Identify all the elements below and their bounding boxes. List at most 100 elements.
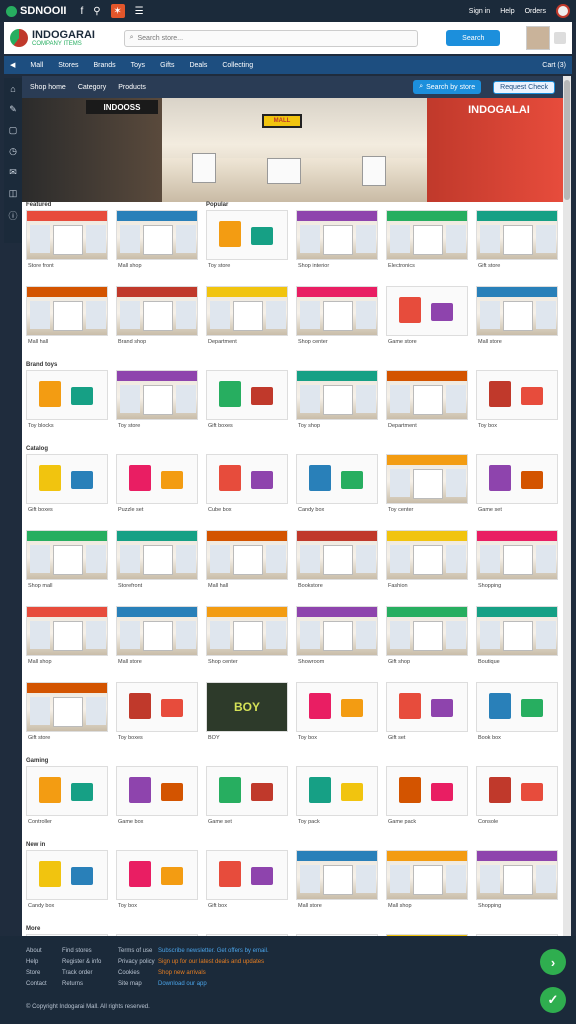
product-tile[interactable]: Shop mall	[26, 530, 108, 598]
footer-link[interactable]: Contact	[26, 981, 47, 987]
facebook-icon[interactable]: f	[80, 6, 83, 17]
product-tile[interactable]: Department	[206, 286, 288, 354]
home-icon[interactable]: ⌂	[10, 84, 15, 94]
product-tile[interactable]: Toy box	[116, 850, 198, 918]
nav-item-brands[interactable]: Brands	[93, 62, 115, 69]
scrollbar[interactable]	[563, 76, 571, 936]
footer-link[interactable]: Find stores	[62, 948, 101, 954]
share-icon[interactable]: ⚲	[93, 6, 100, 17]
product-tile[interactable]: Gift shop	[386, 606, 468, 674]
product-tile[interactable]: Gift store	[476, 210, 558, 278]
nav-item-stores[interactable]: Stores	[58, 62, 78, 69]
product-tile[interactable]: Game store	[386, 286, 468, 354]
product-tile[interactable]: Game set	[476, 454, 558, 522]
toolbar-item-products[interactable]: Products	[118, 84, 146, 91]
product-tile[interactable]: Candy box	[296, 454, 378, 522]
product-tile[interactable]: Gift set	[386, 682, 468, 750]
product-tile[interactable]: Toy box	[476, 370, 558, 438]
product-tile[interactable]: Gift box	[206, 850, 288, 918]
product-tile[interactable]: Shopping	[476, 530, 558, 598]
nav-back-icon[interactable]: ◀	[10, 61, 15, 69]
menu-icon[interactable]: ☰	[135, 6, 144, 17]
cart-link[interactable]: Cart (3)	[542, 62, 566, 69]
product-tile[interactable]: Store front	[26, 210, 108, 278]
orders-link[interactable]: Orders	[525, 8, 546, 15]
request-check-button[interactable]: Request Check	[493, 80, 555, 94]
product-tile[interactable]: Toy shop	[296, 370, 378, 438]
product-tile[interactable]: Toy center	[386, 454, 468, 522]
product-tile[interactable]: Mall shop	[26, 606, 108, 674]
footer-link[interactable]: Track order	[62, 970, 101, 976]
product-tile[interactable]: Boutique	[476, 606, 558, 674]
product-tile[interactable]: Gift boxes	[206, 370, 288, 438]
product-tile[interactable]: Gift store	[26, 682, 108, 750]
sign-in-link[interactable]: Sign in	[469, 8, 490, 15]
newsletter-line[interactable]: Shop new arrivals	[158, 970, 269, 976]
product-tile[interactable]: Book box	[476, 682, 558, 750]
product-tile[interactable]: Shop center	[296, 286, 378, 354]
product-tile[interactable]: Toy store	[206, 210, 288, 278]
nav-item-mall[interactable]: Mall	[30, 62, 43, 69]
product-tile[interactable]: Game set	[206, 766, 288, 834]
user-photo[interactable]	[526, 26, 551, 50]
product-tile[interactable]: Mall shop	[386, 850, 468, 918]
nav-item-toys[interactable]: Toys	[131, 62, 145, 69]
footer-link[interactable]: Cookies	[118, 970, 155, 976]
next-fab-icon[interactable]: ›	[540, 949, 566, 975]
nav-item-collecting[interactable]: Collecting	[222, 62, 253, 69]
help-link[interactable]: Help	[500, 8, 514, 15]
product-tile[interactable]: Storefront	[116, 530, 198, 598]
hero-banner[interactable]: INDOOSS MALL INDOGALAI	[22, 98, 563, 202]
brand[interactable]: SDNOOII	[6, 5, 66, 17]
product-tile[interactable]: Shop interior	[296, 210, 378, 278]
settings-icon[interactable]	[554, 32, 566, 44]
product-tile[interactable]: Brand shop	[116, 286, 198, 354]
logo[interactable]: INDOGARAI COMPANY ITEMS	[10, 29, 110, 47]
store-icon[interactable]: ▢	[9, 125, 18, 136]
product-tile[interactable]: Console	[476, 766, 558, 834]
product-tile[interactable]: Toy store	[116, 370, 198, 438]
product-tile[interactable]: Toy pack	[296, 766, 378, 834]
footer-link[interactable]: About	[26, 948, 47, 954]
footer-link[interactable]: Register & info	[62, 959, 101, 965]
footer-link[interactable]: Help	[26, 959, 47, 965]
product-tile[interactable]: Game box	[116, 766, 198, 834]
scrollbar-thumb[interactable]	[564, 80, 570, 200]
toolbar-item-home[interactable]: Shop home	[30, 84, 66, 91]
nav-item-deals[interactable]: Deals	[189, 62, 207, 69]
product-tile[interactable]: Mall store	[116, 606, 198, 674]
product-tile[interactable]: Mall store	[296, 850, 378, 918]
product-tile[interactable]: Puzzle set	[116, 454, 198, 522]
product-tile[interactable]: Fashion	[386, 530, 468, 598]
footer-link[interactable]: Terms of use	[118, 948, 155, 954]
product-tile[interactable]: Toy boxes	[116, 682, 198, 750]
product-tile[interactable]: Controller	[26, 766, 108, 834]
product-tile[interactable]: Mall store	[476, 286, 558, 354]
product-tile[interactable]: Toy box	[296, 682, 378, 750]
product-tile[interactable]: Showroom	[296, 606, 378, 674]
search-input[interactable]: ⌕ Search store...	[123, 29, 419, 47]
pinwheel-icon[interactable]: ✶	[110, 4, 125, 18]
clock-icon[interactable]: ◷	[9, 146, 17, 157]
pin-icon[interactable]: ✎	[9, 104, 17, 115]
user-avatar[interactable]	[556, 4, 570, 18]
product-tile[interactable]: Department	[386, 370, 468, 438]
newsletter-line[interactable]: Download our app	[158, 981, 269, 987]
footer-link[interactable]: Returns	[62, 981, 101, 987]
info-icon[interactable]: ⓘ	[8, 209, 17, 222]
chat-icon[interactable]: ✉	[9, 167, 17, 178]
toolbar-item-category[interactable]: Category	[78, 84, 106, 91]
search-by-store-button[interactable]: ⌕ Search by store	[413, 80, 482, 94]
footer-link[interactable]: Site map	[118, 981, 155, 987]
product-tile[interactable]: BOY BOY	[206, 682, 288, 750]
search-button[interactable]: Search	[446, 30, 501, 46]
nav-item-gifts[interactable]: Gifts	[160, 62, 174, 69]
chat-fab-icon[interactable]: ✓	[540, 987, 566, 1013]
product-tile[interactable]: Shop center	[206, 606, 288, 674]
footer-link[interactable]: Store	[26, 970, 47, 976]
newsletter-line[interactable]: Sign up for our latest deals and updates	[158, 959, 269, 965]
product-tile[interactable]: Candy box	[26, 850, 108, 918]
footer-link[interactable]: Privacy policy	[118, 959, 155, 965]
product-tile[interactable]: Mall hall	[26, 286, 108, 354]
bag-icon[interactable]: ◫	[9, 188, 18, 199]
